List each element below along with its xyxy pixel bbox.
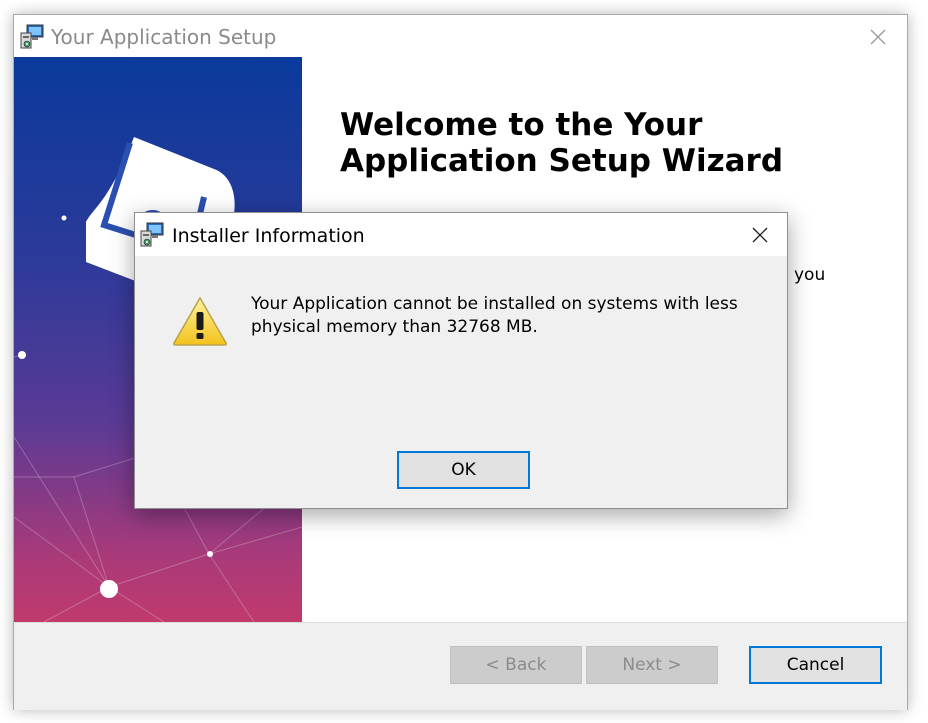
dialog-message: Your Application cannot be installed on … xyxy=(251,294,738,337)
installer-information-dialog: Installer Information Your Application c… xyxy=(134,212,788,509)
window-titlebar[interactable]: Your Application Setup xyxy=(14,15,907,57)
cancel-button[interactable]: Cancel xyxy=(749,646,882,684)
close-icon xyxy=(870,29,886,45)
welcome-heading: Welcome to the Your Application Setup Wi… xyxy=(340,107,784,179)
window-title: Your Application Setup xyxy=(51,25,277,49)
installer-computer-icon xyxy=(18,23,46,51)
back-button[interactable]: < Back xyxy=(450,646,582,684)
dialog-titlebar[interactable]: Installer Information xyxy=(135,213,787,256)
next-button[interactable]: Next > xyxy=(586,646,718,684)
welcome-body-text-partial: you xyxy=(794,265,826,285)
wizard-button-bar: < Back Next > Cancel xyxy=(14,622,907,710)
warning-icon xyxy=(171,295,229,347)
close-icon xyxy=(752,227,768,243)
ok-button[interactable]: OK xyxy=(397,451,530,489)
installer-computer-icon xyxy=(138,221,166,249)
dialog-title: Installer Information xyxy=(172,225,365,247)
dialog-close-button[interactable] xyxy=(739,219,781,251)
close-button[interactable] xyxy=(857,21,899,53)
